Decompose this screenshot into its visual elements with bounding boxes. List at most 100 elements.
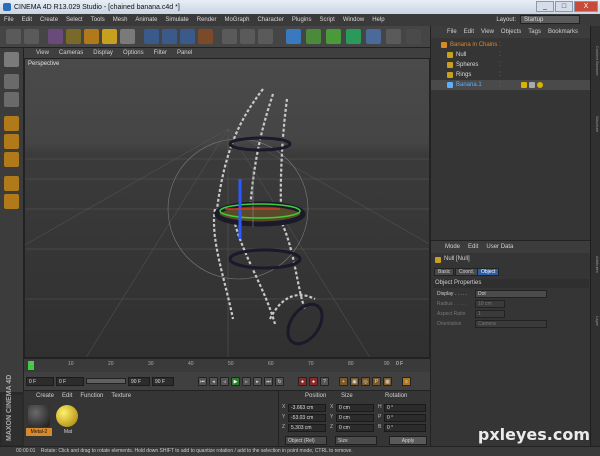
axis-mode-icon[interactable]: [4, 176, 19, 191]
preview-start-field[interactable]: 0 F: [56, 376, 84, 386]
menu-script[interactable]: Script: [320, 17, 335, 23]
viewport-menu-panel[interactable]: Panel: [177, 50, 192, 56]
next-frame-icon[interactable]: ▹: [242, 376, 251, 386]
om-menu-tags[interactable]: Tags: [528, 29, 541, 35]
render-picture-viewer-icon[interactable]: [240, 29, 255, 44]
viewport-menu-view[interactable]: View: [36, 50, 49, 56]
om-menu-objects[interactable]: Objects: [501, 29, 521, 35]
redo-icon[interactable]: [24, 29, 39, 44]
menu-character[interactable]: Character: [257, 17, 283, 23]
scene-icon[interactable]: [386, 29, 401, 44]
material-menu-texture[interactable]: Texture: [111, 393, 131, 399]
polygons-mode-icon[interactable]: [4, 152, 19, 167]
preview-range-slider[interactable]: [86, 378, 126, 384]
object-row-banana-1[interactable]: Banana.1 ⁚: [431, 80, 591, 90]
maximize-button[interactable]: □: [555, 1, 573, 12]
cube-icon[interactable]: [286, 29, 301, 44]
size-y-field[interactable]: 0 cm: [336, 414, 374, 422]
timeline-ruler[interactable]: 0 10 20 30 40 50 60 70 80 90 0 F: [24, 358, 430, 372]
undo-icon[interactable]: [6, 29, 21, 44]
radius-field[interactable]: 10 cm: [475, 300, 505, 308]
y-axis-icon[interactable]: [162, 29, 177, 44]
go-to-end-icon[interactable]: ⏭: [264, 376, 273, 386]
size-x-field[interactable]: 0 cm: [336, 404, 374, 412]
key-scale-icon[interactable]: ▣: [350, 376, 359, 386]
material-swatch-mat[interactable]: [56, 405, 78, 427]
menu-create[interactable]: Create: [40, 17, 58, 23]
attr-menu-user-data[interactable]: User Data: [486, 244, 513, 250]
tab-structure[interactable]: Structure: [592, 116, 600, 132]
key-pla-icon[interactable]: ▦: [383, 376, 392, 386]
points-mode-icon[interactable]: [4, 116, 19, 131]
position-y-field[interactable]: -53.03 cm: [288, 414, 326, 422]
perspective-viewport[interactable]: Perspective: [24, 58, 430, 358]
orientation-dropdown[interactable]: Camera: [475, 320, 547, 328]
render-view-icon[interactable]: [222, 29, 237, 44]
live-selection-icon[interactable]: [48, 29, 63, 44]
menu-plugins[interactable]: Plugins: [292, 17, 312, 23]
snap-icon[interactable]: [4, 194, 19, 209]
size-z-field[interactable]: 0 cm: [336, 424, 374, 432]
loop-icon[interactable]: ↻: [275, 376, 284, 386]
key-parameter-icon[interactable]: P: [372, 376, 381, 386]
model-mode-icon[interactable]: [4, 74, 19, 89]
key-position-icon[interactable]: +: [339, 376, 348, 386]
viewport-menu-display[interactable]: Display: [93, 50, 113, 56]
next-key-icon[interactable]: ▸: [253, 376, 262, 386]
texture-tag-icon[interactable]: [521, 82, 527, 88]
visibility-dots-icon[interactable]: ⁚: [499, 40, 501, 50]
menu-mograph[interactable]: MoGraph: [224, 17, 249, 23]
material-tag-icon[interactable]: [537, 82, 543, 88]
edges-mode-icon[interactable]: [4, 134, 19, 149]
om-menu-file[interactable]: File: [447, 29, 457, 35]
menu-animate[interactable]: Animate: [135, 17, 157, 23]
menu-edit[interactable]: Edit: [22, 17, 32, 23]
om-menu-bookmarks[interactable]: Bookmarks: [548, 29, 578, 35]
menu-file[interactable]: File: [4, 17, 14, 23]
tab-attributes[interactable]: Attributes: [592, 256, 600, 273]
menu-render[interactable]: Render: [197, 17, 217, 23]
preview-end-field[interactable]: 90 F: [128, 376, 150, 386]
viewport-menu-filter[interactable]: Filter: [154, 50, 167, 56]
autokey-icon[interactable]: ●: [309, 376, 318, 386]
menu-window[interactable]: Window: [343, 17, 364, 23]
menu-tools[interactable]: Tools: [91, 17, 105, 23]
tab-layer[interactable]: Layer: [592, 316, 600, 326]
x-axis-icon[interactable]: [144, 29, 159, 44]
material-menu-edit[interactable]: Edit: [62, 393, 72, 399]
object-row-banana-in-chains[interactable]: Banana in Chains ⁚: [431, 40, 591, 50]
viewport-menu-cameras[interactable]: Cameras: [59, 50, 83, 56]
rotation-b-field[interactable]: 0 °: [384, 424, 426, 432]
menu-select[interactable]: Select: [66, 17, 83, 23]
viewport-menu-options[interactable]: Options: [123, 50, 144, 56]
coordinate-mode-dropdown[interactable]: Object (Rel): [285, 436, 327, 445]
menu-simulate[interactable]: Simulate: [165, 17, 188, 23]
coordinate-system-icon[interactable]: [198, 29, 213, 44]
timeline-window-icon[interactable]: ≡: [402, 376, 411, 386]
layout-select[interactable]: Startup: [520, 15, 580, 24]
object-row-spheres[interactable]: Spheres ⁚: [431, 60, 591, 70]
spline-pen-icon[interactable]: [306, 29, 321, 44]
material-swatch-metal[interactable]: [28, 405, 50, 427]
go-to-start-icon[interactable]: ⏮: [198, 376, 207, 386]
display-dropdown[interactable]: Dot: [475, 290, 547, 298]
aspect-ratio-field[interactable]: 1: [475, 310, 505, 318]
subdivision-surface-icon[interactable]: [326, 29, 341, 44]
texture-mode-icon[interactable]: [4, 92, 19, 107]
recent-tools-icon[interactable]: [120, 29, 135, 44]
deformer-icon[interactable]: [366, 29, 381, 44]
phong-tag-icon[interactable]: [529, 82, 535, 88]
size-mode-dropdown[interactable]: Size: [335, 436, 377, 445]
tab-coord[interactable]: Coord.: [455, 268, 479, 276]
material-menu-create[interactable]: Create: [36, 393, 54, 399]
make-editable-icon[interactable]: [4, 52, 19, 67]
close-button[interactable]: X: [574, 1, 598, 12]
visibility-dots-icon[interactable]: ⁚: [499, 80, 501, 90]
rotate-icon[interactable]: [102, 29, 117, 44]
key-rotation-icon[interactable]: ◎: [361, 376, 370, 386]
rotation-p-field[interactable]: 0 °: [384, 414, 426, 422]
object-row-null[interactable]: Null ⁚: [431, 50, 591, 60]
tab-basic[interactable]: Basic: [434, 268, 455, 276]
position-z-field[interactable]: 5.303 cm: [288, 424, 326, 432]
apply-button[interactable]: Apply: [389, 436, 427, 445]
